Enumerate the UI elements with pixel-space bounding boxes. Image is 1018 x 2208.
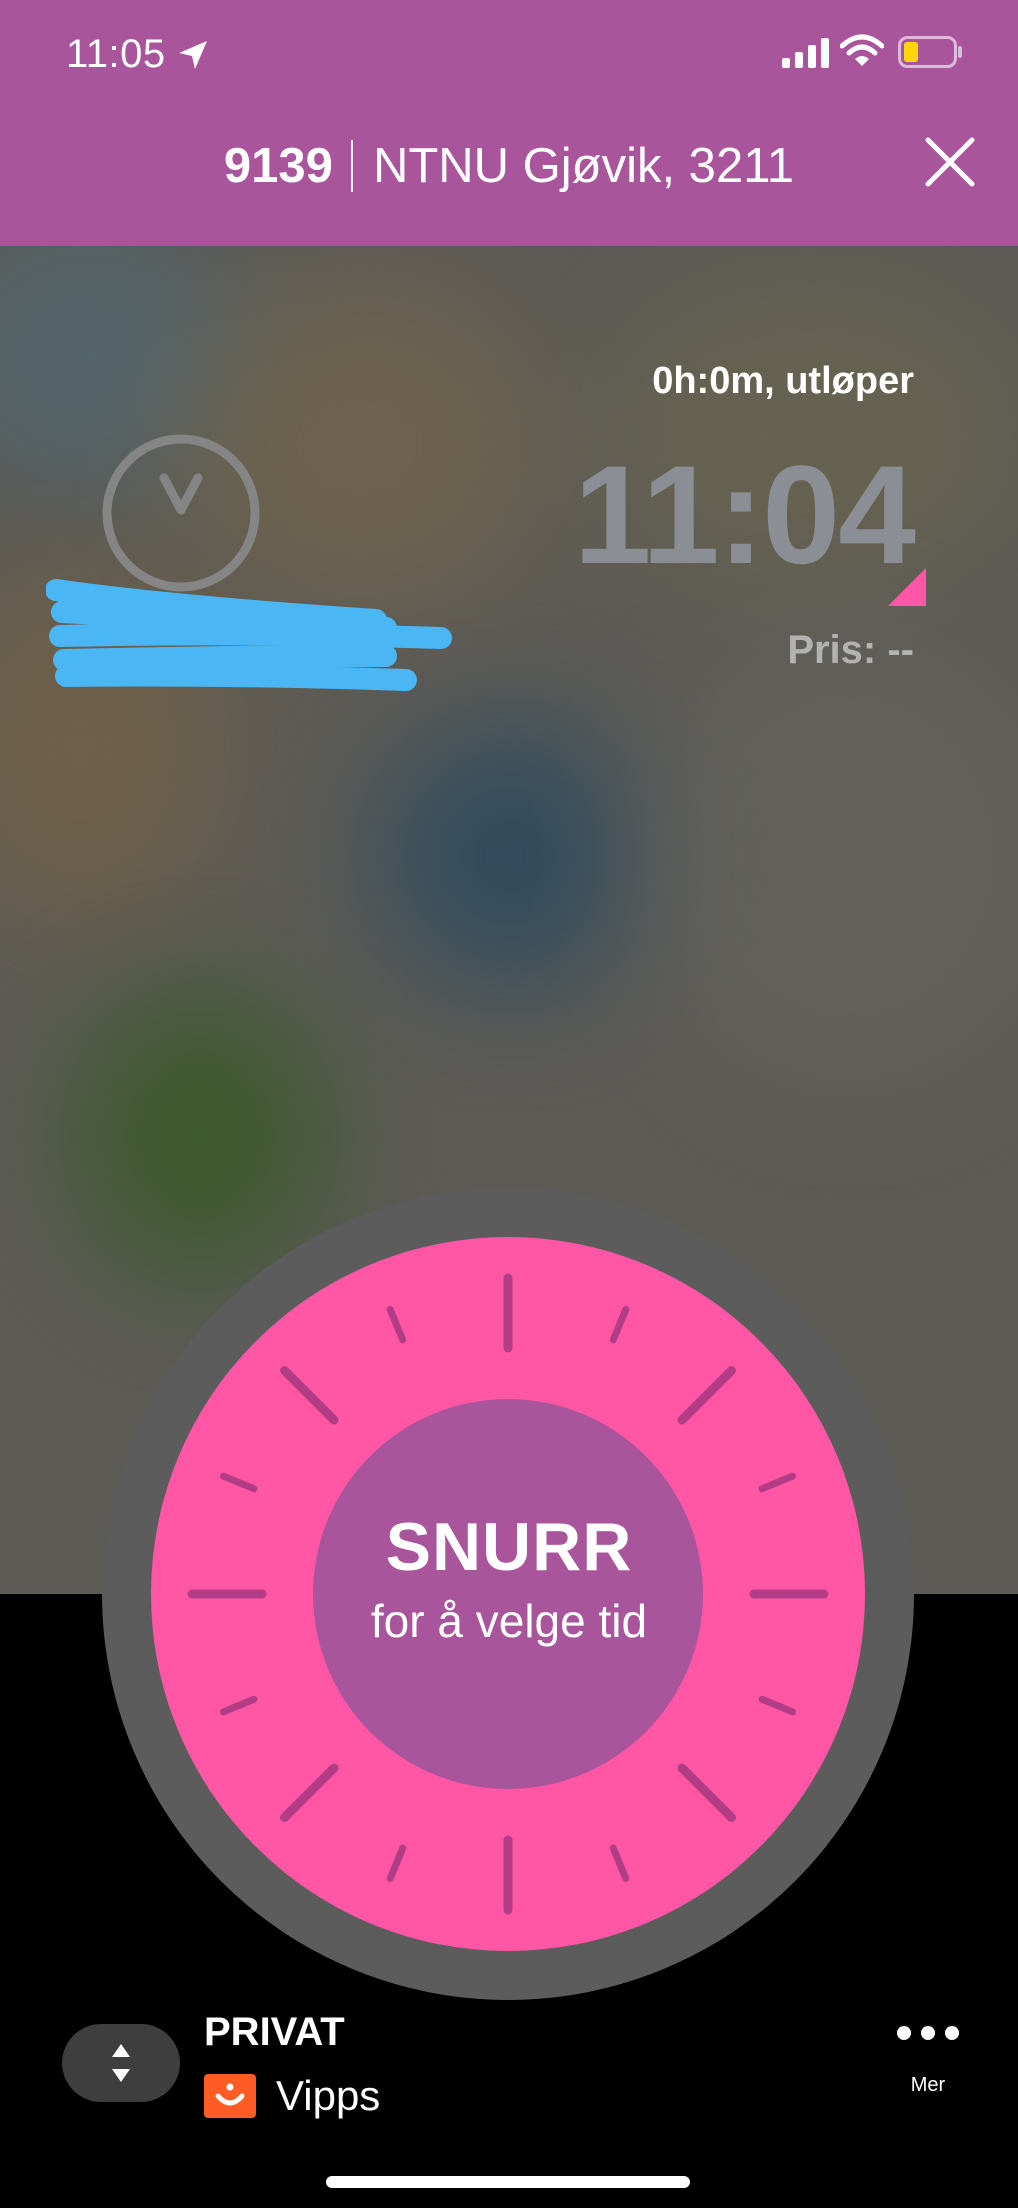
header-bar: 11:05 9139 NTNU Gjøvik, 3211 [0, 0, 1018, 246]
end-time: 11:04 [573, 436, 916, 593]
redaction-scribble [46, 579, 452, 691]
reorder-icon [112, 2044, 130, 2082]
battery-icon [898, 36, 962, 68]
duration-text: 0h:0m, utløper [652, 360, 914, 402]
location-arrow-icon [179, 41, 207, 69]
status-time: 11:05 [66, 32, 166, 76]
zone-name: NTNU Gjøvik, 3211 [372, 139, 795, 193]
signal-icon [782, 38, 829, 68]
more-label: Mer [910, 2074, 946, 2096]
home-indicator[interactable] [326, 2176, 690, 2188]
wifi-icon [840, 34, 884, 66]
clock-icon [102, 434, 260, 592]
vipps-logo-icon [204, 2074, 256, 2118]
zone-number: 9139 [223, 139, 333, 193]
account-type[interactable]: PRIVAT [204, 2010, 345, 2055]
corner-marker-icon [888, 568, 926, 606]
dial-label: SNURR for å velge tid [0, 1508, 1018, 1648]
title-divider [350, 140, 353, 192]
close-icon[interactable] [918, 130, 982, 194]
dial-subtitle: for å velge tid [370, 1595, 648, 1647]
header-title: 9139 NTNU Gjøvik, 3211 [0, 136, 1018, 196]
more-button[interactable]: Mer [880, 2010, 976, 2110]
payment-method[interactable]: Vipps [276, 2072, 380, 2120]
reorder-button[interactable] [62, 2024, 180, 2102]
more-icon [880, 2026, 976, 2040]
dial-title: SNURR [385, 1509, 633, 1585]
price-text: Pris: -- [787, 628, 914, 672]
